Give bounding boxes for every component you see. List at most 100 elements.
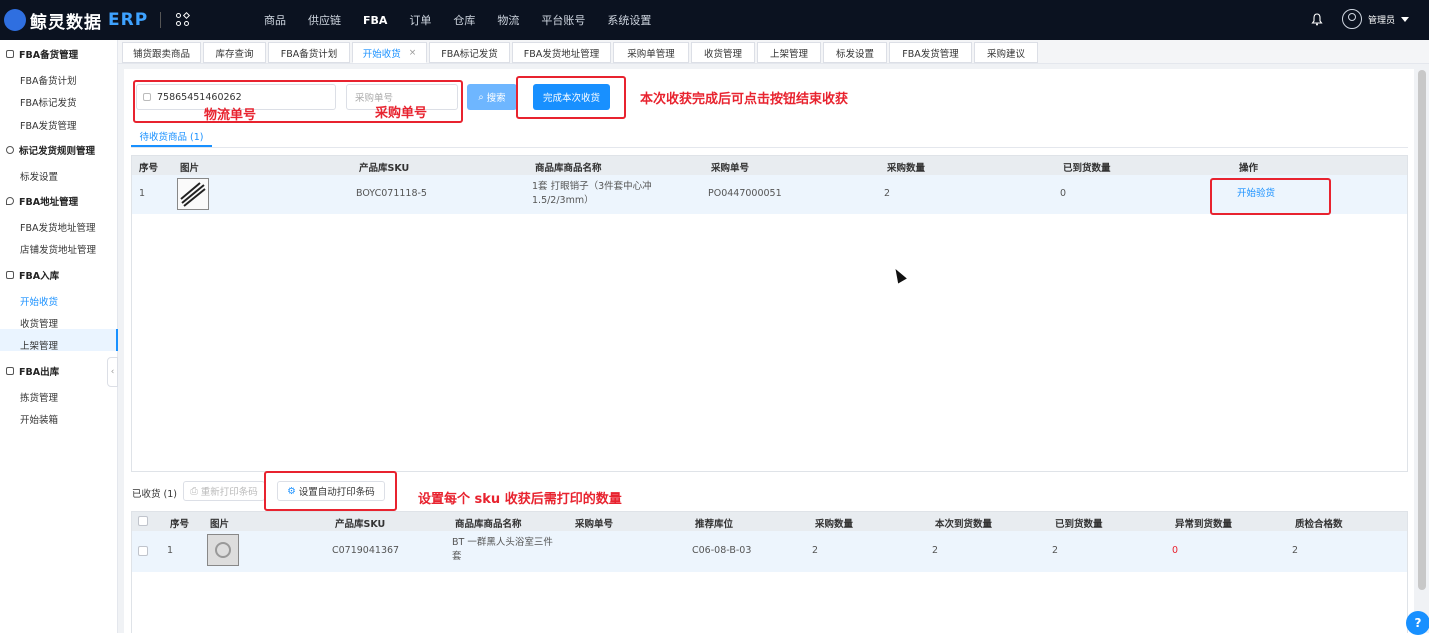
brand-suffix: ERP <box>108 10 149 30</box>
tab-listing-products[interactable]: 铺货跟卖商品 <box>122 42 201 63</box>
divider <box>160 12 161 28</box>
sidebar-item-start-packing[interactable]: 开始装箱 <box>20 412 58 426</box>
vertical-scrollbar[interactable] <box>1418 70 1426 590</box>
sidebar-item-fba-mark-ship[interactable]: FBA标记发货 <box>20 95 76 109</box>
sidebar-group-label: FBA地址管理 <box>19 197 79 208</box>
nav-item-platform-accounts[interactable]: 平台账号 <box>541 12 585 28</box>
annotation-box-finish <box>516 76 626 119</box>
col-header: 商品库商品名称 <box>455 519 522 530</box>
brand-name: 鲸灵数据 <box>30 12 102 33</box>
sidebar-item-mark-settings[interactable]: 标发设置 <box>20 169 58 183</box>
tab-label: 采购建议 <box>986 48 1025 60</box>
pins-image-icon <box>180 182 206 207</box>
cell-location: C06-08-B-03 <box>692 545 752 556</box>
close-icon[interactable]: × <box>409 48 417 58</box>
sidebar-item-start-receiving[interactable]: 开始收货 <box>20 294 58 308</box>
col-header: 质检合格数 <box>1295 519 1343 530</box>
sidebar-group-fba-outbound[interactable]: FBA出库 <box>6 364 59 378</box>
col-header: 已到货数量 <box>1055 519 1103 530</box>
cell-arrived: 2 <box>1052 545 1059 556</box>
nav-item-system-settings[interactable]: 系统设置 <box>607 12 651 28</box>
tab-label: 收货管理 <box>703 48 742 60</box>
cell-product-name: 1套 打眼销子（3件套中心冲 1.5/2/3mm） <box>532 181 652 206</box>
sidebar-item-store-address-manage[interactable]: 店铺发货地址管理 <box>20 242 96 256</box>
cell-arrived: 0 <box>1060 188 1067 199</box>
annotation-print: 设置每个 sku 收获后需打印的数量 <box>418 492 622 507</box>
select-all-checkbox[interactable] <box>138 516 148 526</box>
sidebar-item-picking-manage[interactable]: 拣货管理 <box>20 390 58 404</box>
sidebar-item-fba-ship-manage[interactable]: FBA发货管理 <box>20 118 76 132</box>
table-row[interactable]: 1 C0719041367 BT 一群黑人头浴室三件套 C06-08-B-03 … <box>132 531 1407 572</box>
logo[interactable]: 鲸灵数据 ERP <box>4 8 149 33</box>
sidebar-item-fba-plan[interactable]: FBA备货计划 <box>20 73 76 87</box>
product-thumbnail-icon <box>215 542 231 558</box>
annotation-box-auto-print <box>264 471 397 511</box>
sidebar-group-fba-address[interactable]: FBA地址管理 <box>6 194 78 208</box>
tab-shelving-manage[interactable]: 上架管理 <box>757 42 821 63</box>
sidebar-group-label: FBA备货管理 <box>19 50 79 61</box>
sidebar-group-mark-rules[interactable]: 标记发货规则管理 <box>6 143 95 157</box>
tab-inventory-query[interactable]: 库存查询 <box>203 42 266 63</box>
tab-mark-settings[interactable]: 标发设置 <box>823 42 887 63</box>
annotation-tracking: 物流单号 <box>204 108 257 123</box>
tab-fba-plan[interactable]: FBA备货计划 <box>268 42 350 63</box>
row-checkbox[interactable] <box>138 546 148 556</box>
col-header: 图片 <box>210 519 230 530</box>
sidebar-item-fba-address-manage[interactable]: FBA发货地址管理 <box>20 220 95 234</box>
search-button[interactable]: ⌕ 搜索 <box>467 84 517 110</box>
col-header: 商品库商品名称 <box>535 163 602 174</box>
user-menu[interactable]: 管理员 <box>1342 9 1410 29</box>
nav-item-logistics[interactable]: 物流 <box>497 12 519 28</box>
sidebar-group-fba-inbound[interactable]: FBA入库 <box>6 268 59 282</box>
main-nav: 商品 供应链 FBA 订单 仓库 物流 平台账号 系统设置 <box>264 0 673 40</box>
tab-label: 采购单管理 <box>627 48 675 60</box>
tab-fba-ship-manage[interactable]: FBA发货管理 <box>889 42 972 63</box>
tab-label: FBA备货计划 <box>280 48 338 60</box>
nav-item-warehouse[interactable]: 仓库 <box>453 12 475 28</box>
cell-qc-pass: 2 <box>1292 545 1299 556</box>
tab-fba-mark-ship[interactable]: FBA标记发货 <box>429 42 510 63</box>
tab-label: 开始收货 <box>362 48 401 60</box>
col-header: 产品库SKU <box>359 163 410 174</box>
reprint-barcode-button[interactable]: ⎙ 重新打印条码 <box>183 481 265 501</box>
sidebar-group-fba-stock[interactable]: FBA备货管理 <box>6 47 78 61</box>
cell-qty: 2 <box>884 188 891 199</box>
warehouse-icon <box>6 271 14 279</box>
cell-abnormal: 0 <box>1172 545 1179 556</box>
cell-sku: C0719041367 <box>332 545 400 556</box>
sidebar-group-label: 标记发货规则管理 <box>19 146 96 157</box>
tab-label: FBA标记发货 <box>441 48 498 60</box>
cell-product-name: BT 一群黑人头浴室三件套 <box>452 537 553 562</box>
caret-down-icon <box>1401 16 1410 22</box>
col-header: 序号 <box>139 163 159 174</box>
apps-grid-icon[interactable] <box>176 11 191 27</box>
sidebar-item-shelving-manage[interactable]: 上架管理 <box>20 338 58 352</box>
cell-no: 1 <box>139 188 146 199</box>
col-header: 已到货数量 <box>1063 163 1111 174</box>
printer-icon: ⎙ <box>190 485 198 497</box>
tab-label: 标发设置 <box>835 48 874 60</box>
tab-receiving-manage[interactable]: 收货管理 <box>691 42 755 63</box>
sidebar-item-receiving-manage[interactable]: 收货管理 <box>20 316 58 330</box>
col-header: 操作 <box>1239 163 1259 174</box>
nav-item-orders[interactable]: 订单 <box>409 12 431 28</box>
bell-icon[interactable] <box>1311 13 1323 26</box>
nav-item-fba[interactable]: FBA <box>363 14 387 27</box>
tab-purchase-advice[interactable]: 采购建议 <box>974 42 1038 63</box>
tab-fba-address-manage[interactable]: FBA发货地址管理 <box>512 42 611 63</box>
tab-pending-goods[interactable]: 待收货商品 (1) <box>131 127 212 147</box>
col-header: 采购单号 <box>575 519 614 530</box>
product-image[interactable] <box>207 534 239 566</box>
help-button[interactable]: ? <box>1406 611 1429 635</box>
tab-po-manage[interactable]: 采购单管理 <box>613 42 689 63</box>
nav-item-products[interactable]: 商品 <box>264 12 286 28</box>
product-image[interactable] <box>177 178 209 210</box>
cell-sku: BOYC071118-5 <box>356 188 427 199</box>
cell-qty: 2 <box>812 545 819 556</box>
received-goods-table: 序号 图片 产品库SKU 商品库商品名称 采购单号 推荐库位 采购数量 本次到货… <box>131 511 1408 633</box>
nav-item-supply-chain[interactable]: 供应链 <box>308 12 341 28</box>
col-header: 图片 <box>180 163 200 174</box>
avatar-icon <box>1342 9 1362 29</box>
sidebar-collapse-button[interactable]: ‹ <box>107 357 118 387</box>
tab-start-receiving[interactable]: 开始收货 × <box>352 42 427 63</box>
